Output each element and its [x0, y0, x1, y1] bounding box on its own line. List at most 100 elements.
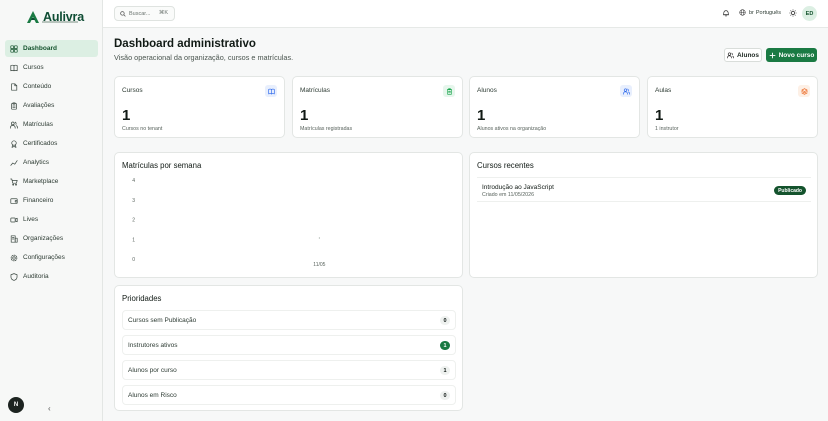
recent-courses-title: Cursos recentes	[477, 161, 534, 170]
stat-caption: Matrículas registradas	[300, 126, 353, 132]
sidebar-item-label: Avaliações	[23, 102, 55, 109]
sidebar-item-label: Analytics	[23, 159, 50, 166]
user-avatar[interactable]: ED	[802, 6, 817, 21]
page-title: Dashboard administrativo	[114, 38, 256, 50]
y-tick-label: 3	[132, 198, 135, 204]
video-icon	[9, 215, 18, 224]
sidebar-item-label: Auditoria	[23, 273, 49, 280]
priority-row[interactable]: Alunos por curso 1	[122, 360, 456, 380]
stat-card: Alunos 1 Alunos ativos na organização	[469, 76, 640, 138]
priority-count: 1	[440, 341, 450, 350]
enrollments-chart-card: Matrículas por semana 0 1 2 3 4 11/05	[114, 152, 463, 278]
logo-mark-icon	[27, 11, 39, 23]
sidebar-item-matriculas[interactable]: Matrículas	[5, 116, 98, 133]
priority-label: Cursos sem Publicação	[128, 317, 197, 324]
stat-value: 1	[122, 107, 131, 124]
sidebar: Aulivra Dashboard Cursos Conteúdo Avaliaçõe…	[0, 0, 103, 421]
sidebar-item-lives[interactable]: Lives	[5, 211, 98, 228]
sidebar-item-label: Dashboard	[23, 45, 57, 52]
globe-icon	[739, 9, 746, 16]
sidebar-item-marketplace[interactable]: Marketplace	[5, 173, 98, 190]
sidebar-nav: Dashboard Cursos Conteúdo Avaliações Matrícu…	[5, 40, 98, 287]
course-name: Introdução ao JavaScript	[482, 184, 554, 191]
sidebar-item-certificados[interactable]: Certificados	[5, 135, 98, 152]
priority-count: 1	[440, 366, 450, 375]
brand-tagline	[42, 21, 78, 23]
priority-row[interactable]: Instrutores ativos 1	[122, 335, 456, 355]
users-icon	[9, 120, 18, 129]
priority-row[interactable]: Alunos em Risco 0	[122, 385, 456, 405]
y-tick-label: 2	[132, 218, 135, 224]
sidebar-item-dashboard[interactable]: Dashboard	[5, 40, 98, 57]
priority-label: Instrutores ativos	[128, 342, 178, 349]
sidebar-item-label: Matrículas	[23, 121, 53, 128]
data-point[interactable]	[318, 237, 320, 239]
stat-card: Cursos 1 Cursos no tenant	[114, 76, 285, 138]
stat-label: Aulas	[655, 87, 672, 94]
search-icon	[120, 10, 126, 17]
stat-card: Aulas 1 1 instrutor	[647, 76, 818, 138]
clipboard-icon	[443, 85, 455, 97]
x-tick-label: 11/05	[313, 262, 325, 268]
y-tick-label: 1	[132, 237, 135, 243]
book-icon	[265, 85, 277, 97]
clipboard-icon	[9, 101, 18, 110]
search-shortcut: ⌘K	[158, 10, 168, 16]
gear-icon	[9, 253, 18, 262]
sidebar-item-avaliacoes[interactable]: Avaliações	[5, 97, 98, 114]
stat-caption: 1 instrutor	[655, 126, 679, 132]
course-row[interactable]: Introdução ao JavaScript Criado em 11/05…	[477, 177, 811, 202]
sidebar-item-organizacoes[interactable]: Organizações	[5, 230, 98, 247]
sidebar-item-label: Certificados	[23, 140, 58, 147]
stat-value: 1	[655, 107, 664, 124]
sidebar-item-label: Configurações	[23, 254, 65, 261]
sun-icon[interactable]	[789, 9, 797, 17]
sidebar-item-label: Conteúdo	[23, 83, 52, 90]
book-icon	[9, 63, 18, 72]
sidebar-item-auditoria[interactable]: Auditoria	[5, 268, 98, 285]
sidebar-item-configuracoes[interactable]: Configurações	[5, 249, 98, 266]
stat-value: 1	[477, 107, 486, 124]
priorities-title: Prioridades	[122, 294, 162, 303]
chart-icon	[9, 158, 18, 167]
shield-icon	[9, 272, 18, 281]
file-icon	[9, 82, 18, 91]
sidebar-item-conteudo[interactable]: Conteúdo	[5, 78, 98, 95]
language-selector[interactable]: br Português	[739, 9, 781, 16]
language-flag: br	[749, 9, 754, 16]
stat-label: Matrículas	[300, 87, 330, 94]
topbar: Buscar... ⌘K br Português ED	[103, 0, 828, 28]
stat-caption: Cursos no tenant	[122, 126, 163, 132]
users-icon	[620, 85, 632, 97]
priority-row[interactable]: Cursos sem Publicação 0	[122, 310, 456, 330]
priority-count: 0	[440, 391, 450, 400]
award-icon	[9, 139, 18, 148]
search-input[interactable]: Buscar... ⌘K	[114, 6, 175, 21]
building-icon	[9, 234, 18, 243]
status-badge: Publicado	[774, 186, 806, 195]
new-course-button[interactable]: Novo curso	[766, 48, 817, 62]
bell-icon[interactable]	[722, 9, 730, 17]
search-placeholder: Buscar...	[129, 10, 151, 17]
wallet-icon	[9, 196, 18, 205]
sidebar-item-label: Organizações	[23, 235, 64, 242]
sidebar-item-analytics[interactable]: Analytics	[5, 154, 98, 171]
stat-label: Alunos	[477, 87, 497, 94]
collapse-sidebar-button[interactable]: ‹	[48, 404, 51, 413]
recent-courses-card: Cursos recentes Introdução ao JavaScript…	[469, 152, 818, 278]
priorities-card: Prioridades Cursos sem Publicação 0 Instru…	[114, 285, 463, 411]
students-button[interactable]: Alunos	[724, 48, 762, 62]
cart-icon	[9, 177, 18, 186]
sidebar-item-financeiro[interactable]: Financeiro	[5, 192, 98, 209]
stat-caption: Alunos ativos na organização	[477, 126, 547, 132]
course-date: Criado em 11/05/2026	[482, 192, 535, 198]
y-tick-label: 4	[132, 178, 135, 184]
plus-icon	[769, 52, 775, 58]
sidebar-item-cursos[interactable]: Cursos	[5, 59, 98, 76]
dashboard-icon	[9, 44, 18, 53]
priority-label: Alunos em Risco	[128, 392, 177, 399]
user-chip[interactable]: N	[8, 397, 24, 413]
sidebar-item-label: Cursos	[23, 64, 44, 71]
users-icon	[727, 52, 734, 58]
layers-icon	[798, 85, 810, 97]
